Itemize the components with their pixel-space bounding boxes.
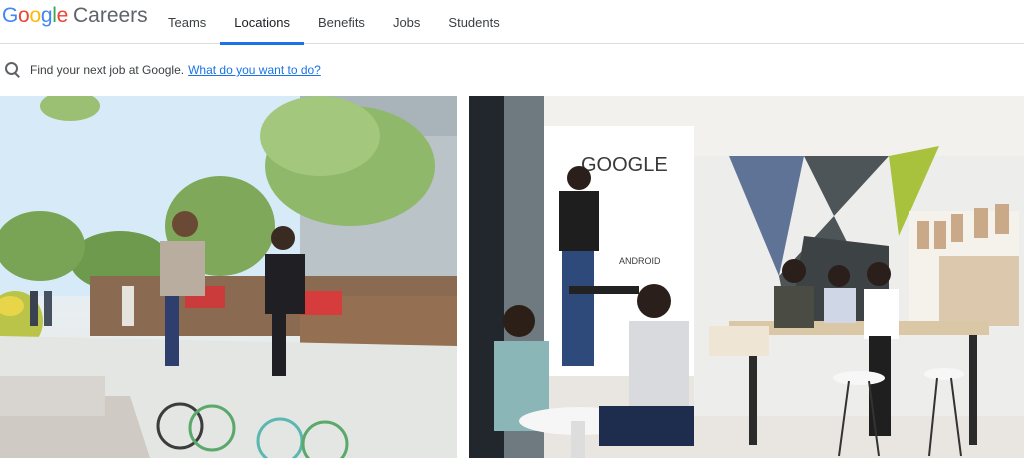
search-prompt-text: Find your next job at Google. — [30, 63, 185, 77]
what-do-you-want-link[interactable]: What do you want to do? — [188, 63, 321, 77]
logo-letter-o1: o — [18, 4, 30, 27]
google-wordmark: Google — [2, 4, 68, 28]
nav-item-benefits[interactable]: Benefits — [304, 0, 379, 44]
search-icon[interactable] — [5, 62, 21, 78]
nav-item-students[interactable]: Students — [434, 0, 513, 44]
nav-item-locations[interactable]: Locations — [220, 0, 304, 45]
top-header: Google Careers Teams Locations Benefits … — [0, 0, 1024, 45]
logo-careers-text: Careers — [72, 4, 148, 27]
campus-cyclists-photo — [0, 96, 457, 458]
google-careers-logo[interactable]: Google Careers — [2, 4, 148, 32]
logo-letter-e: e — [56, 4, 69, 27]
job-search-prompt: Find your next job at Google. What do yo… — [0, 56, 321, 84]
nav-item-jobs[interactable]: Jobs — [379, 0, 434, 44]
whiteboard-text: GOOGLE — [581, 154, 668, 176]
campus-cyclists-illustration — [0, 96, 457, 458]
office-collaboration-photo: GOOGLE ANDROID — [469, 96, 1024, 458]
main-nav: Teams Locations Benefits Jobs Students — [154, 0, 514, 45]
logo-letter-g1: G — [2, 4, 19, 27]
whiteboard-subtext: ANDROID — [619, 256, 661, 266]
logo-letter-g2: g — [40, 4, 53, 27]
nav-item-teams[interactable]: Teams — [154, 0, 220, 44]
logo-letter-o2: o — [29, 4, 41, 27]
office-collaboration-illustration: GOOGLE ANDROID — [469, 96, 1024, 458]
